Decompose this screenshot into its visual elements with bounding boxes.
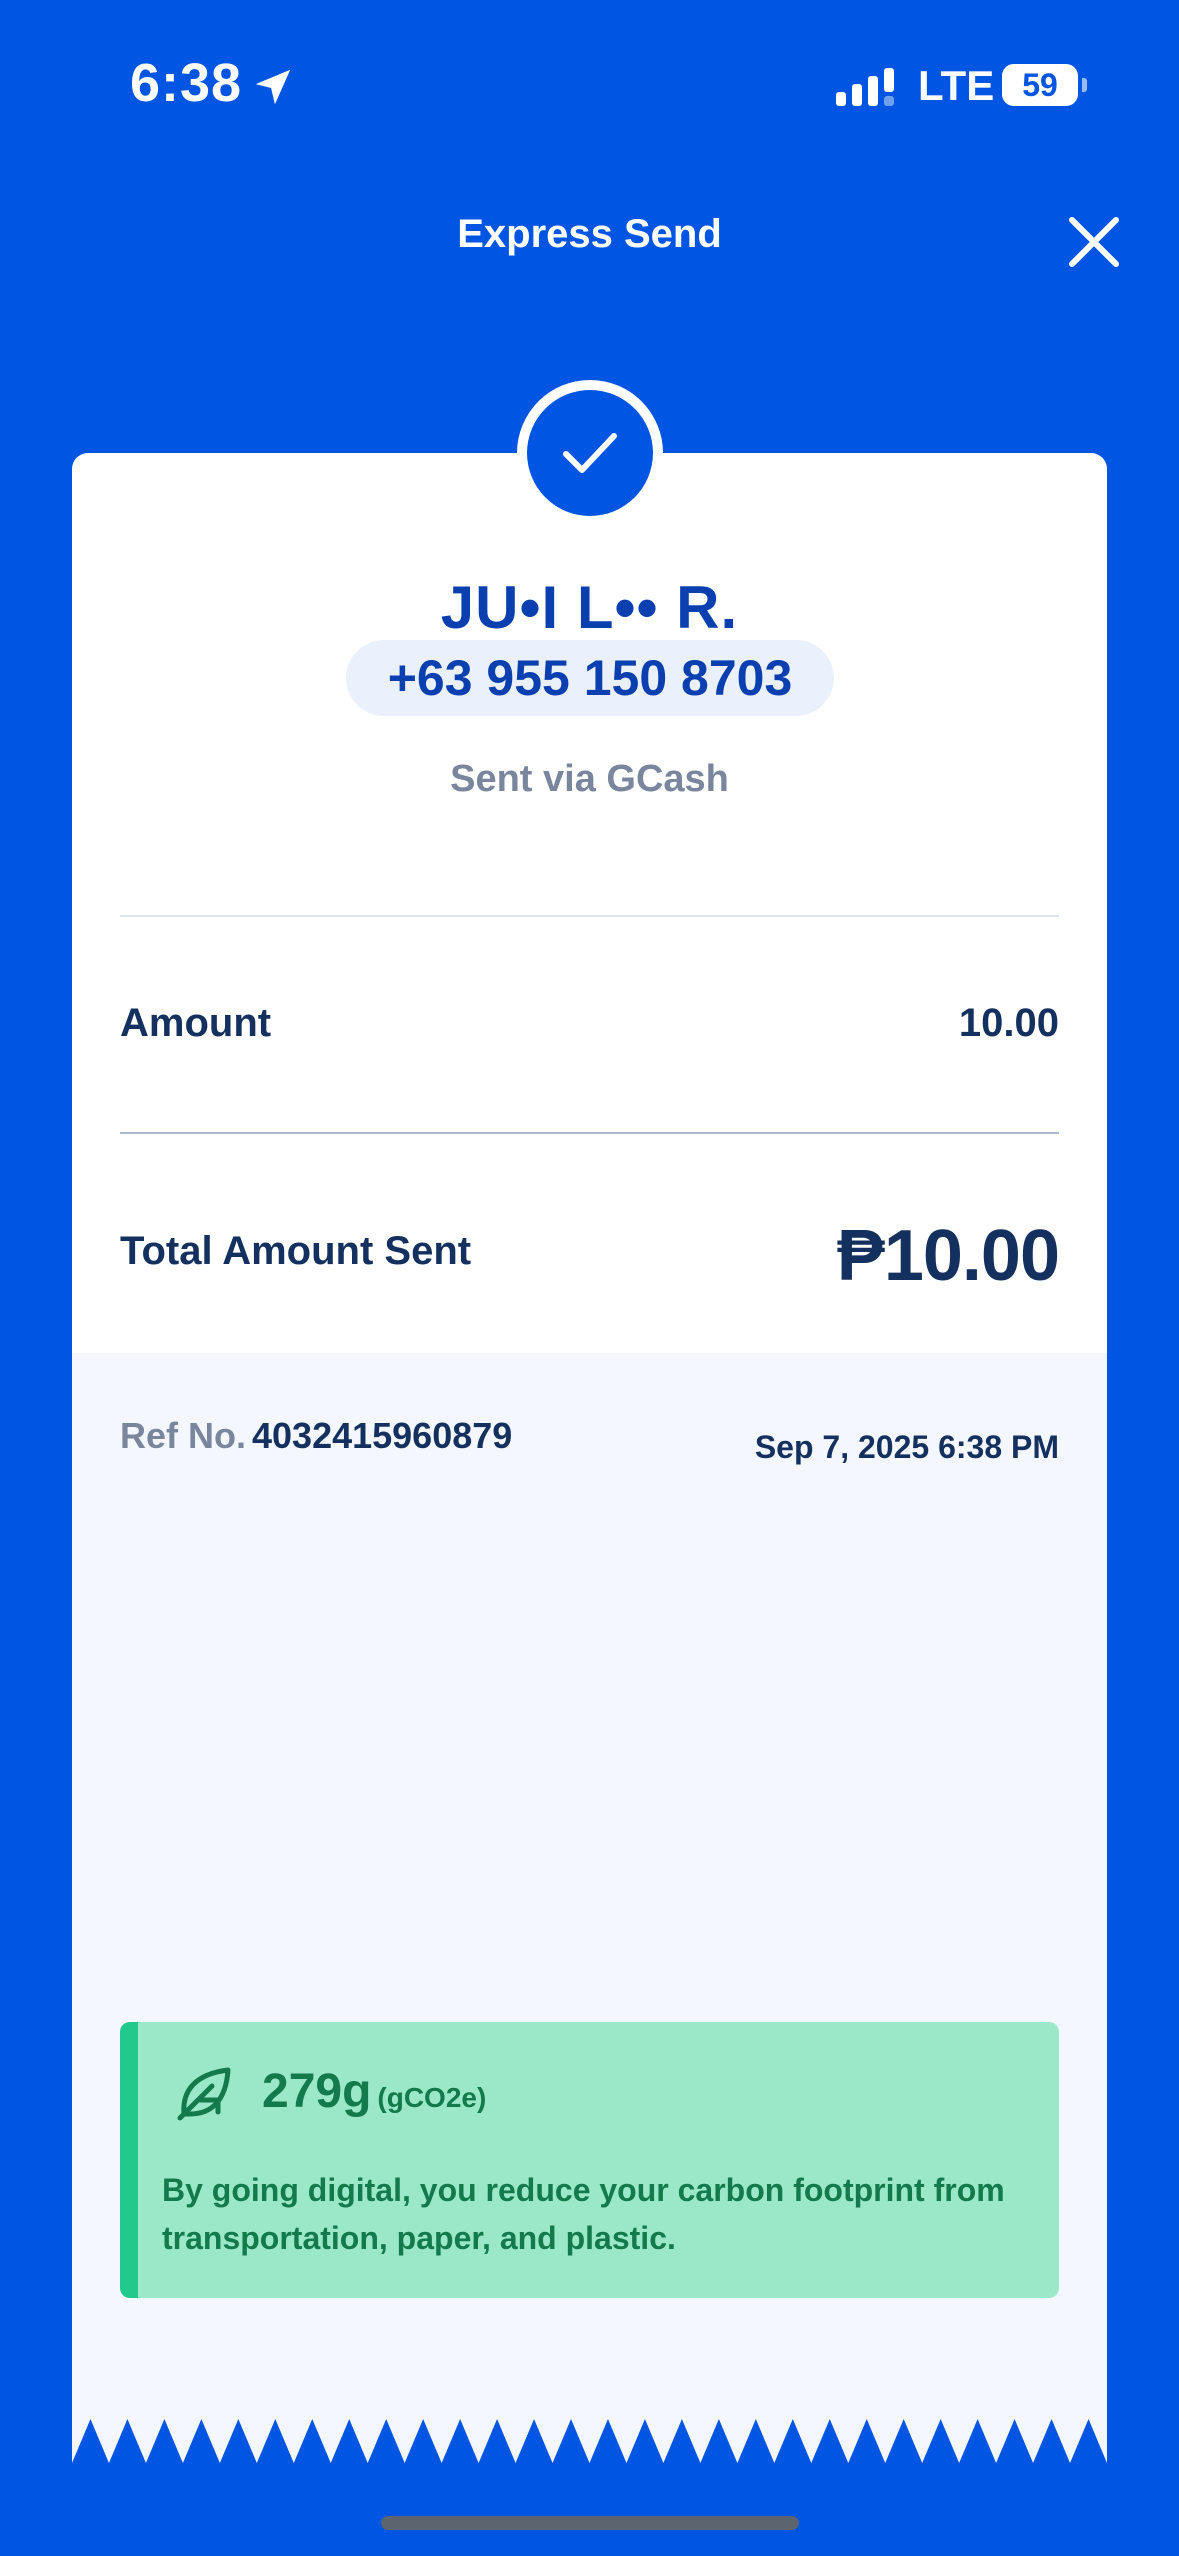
total-amount-value: ₱10.00 xyxy=(836,1216,1060,1296)
divider xyxy=(120,1132,1059,1134)
battery-indicator: 59 xyxy=(1002,64,1078,106)
transaction-datetime: Sep 7, 2025 6:38 PM xyxy=(754,1429,1059,1465)
receipt-card: JU•I L•• R. +63 955 150 8703 Sent via GC… xyxy=(72,453,1107,2465)
battery-level: 59 xyxy=(1022,67,1058,103)
ref-label: Ref No. xyxy=(120,1415,246,1456)
ref-number: 4032415960879 xyxy=(252,1415,513,1456)
sent-via-label: Sent via GCash xyxy=(450,758,729,800)
success-circle xyxy=(527,390,653,516)
carbon-amount: 279g (gCO2e) xyxy=(262,2064,486,2119)
recipient-name: JU•I L•• R. xyxy=(440,574,739,641)
location-arrow-icon xyxy=(255,69,291,105)
battery-cap xyxy=(1082,78,1087,92)
receipt-torn-edge xyxy=(72,2419,1107,2465)
page-title: Express Send xyxy=(457,212,722,256)
close-icon[interactable] xyxy=(1066,214,1122,270)
receipt-footer-area xyxy=(72,1353,1107,2465)
success-badge xyxy=(517,380,663,526)
amount-value: 10.00 xyxy=(958,1001,1059,1045)
torn-edge-teeth xyxy=(72,2419,1107,2465)
status-bar: 6:38 LTE 59 xyxy=(0,0,1179,170)
amount-label: Amount xyxy=(120,1001,272,1045)
status-time: 6:38 xyxy=(130,53,243,113)
carbon-card-accent xyxy=(120,2022,138,2298)
recipient-phone-pill: +63 955 150 8703 xyxy=(346,640,834,716)
carbon-value: 279g xyxy=(262,2065,372,2118)
divider xyxy=(120,915,1059,917)
signal-bars-icon xyxy=(836,68,894,106)
carbon-unit: (gCO2e) xyxy=(377,2082,487,2113)
carbon-message: By going digital, you reduce your carbon… xyxy=(162,2172,1005,2256)
leaf-icon xyxy=(177,2067,231,2121)
carbon-footprint-card: 279g (gCO2e) By going digital, you reduce… xyxy=(120,2022,1059,2298)
recipient-phone: +63 955 150 8703 xyxy=(387,650,793,706)
total-amount-label: Total Amount Sent xyxy=(120,1229,472,1273)
network-label: LTE xyxy=(918,62,995,109)
home-indicator xyxy=(381,2516,799,2530)
reference-row: Ref No. 4032415960879 xyxy=(120,1415,512,1457)
checkmark-icon xyxy=(563,433,617,473)
